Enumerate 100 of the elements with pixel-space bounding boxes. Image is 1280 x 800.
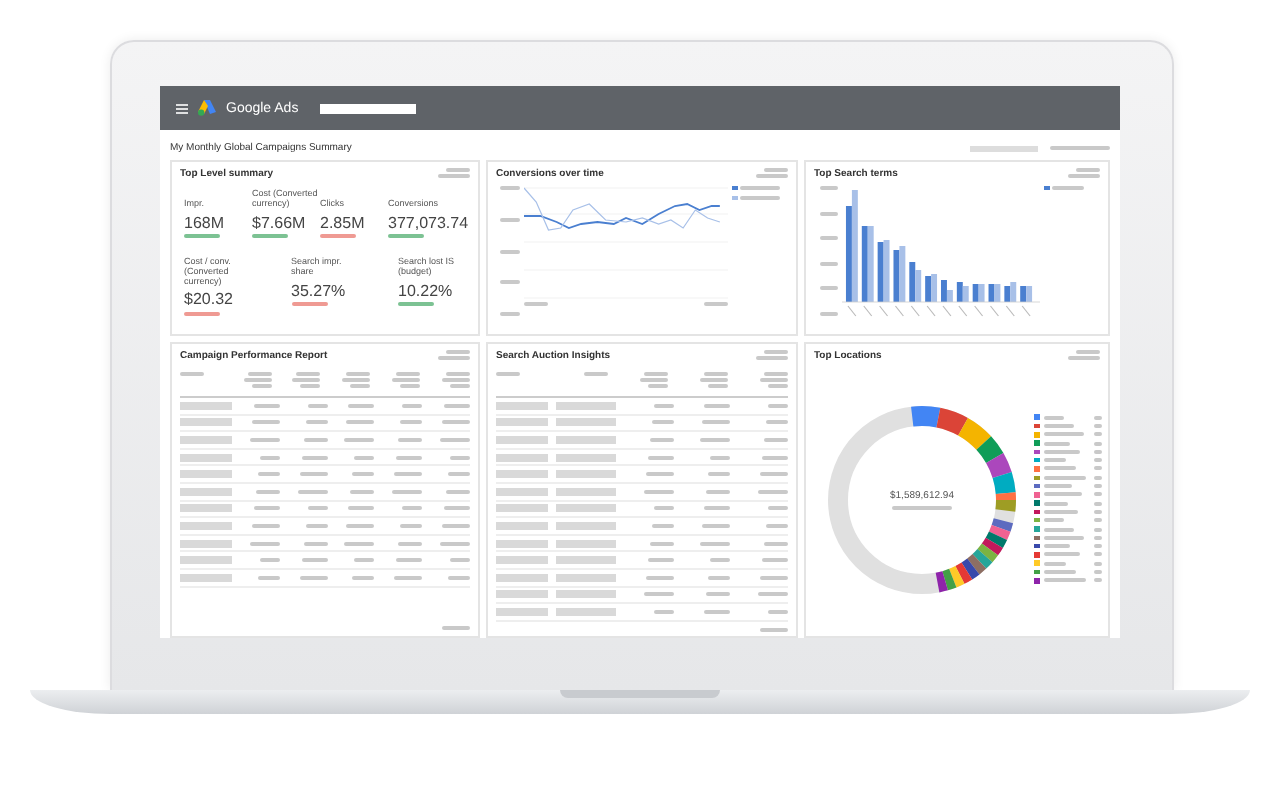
blurred-text xyxy=(301,558,328,563)
blurred-text xyxy=(1043,561,1065,566)
blurred-text xyxy=(706,592,731,597)
blurred-text xyxy=(249,541,280,546)
blurred-text xyxy=(758,489,789,494)
metric-value: $20.32 xyxy=(184,290,235,309)
blurred-text xyxy=(439,541,470,546)
redacted-bar xyxy=(556,556,616,565)
redacted-bar xyxy=(556,487,616,496)
blurred-text xyxy=(500,217,520,222)
redacted-bar xyxy=(496,504,548,513)
redacted-bar xyxy=(496,607,548,616)
blurred-text xyxy=(303,541,328,546)
blurred-text xyxy=(394,575,423,580)
redacted-bar xyxy=(180,539,232,548)
blurred-text xyxy=(766,420,789,425)
blurred-text xyxy=(651,420,674,425)
blurred-text xyxy=(402,506,423,511)
redacted-bar xyxy=(556,607,616,616)
blurred-text xyxy=(1043,552,1079,557)
blurred-text xyxy=(398,541,423,546)
blurred-text xyxy=(259,455,280,460)
blurred-text xyxy=(1043,484,1071,489)
blurred-text xyxy=(350,489,375,494)
menu-icon[interactable] xyxy=(176,103,188,113)
blurred-text xyxy=(400,523,423,528)
blurred-text xyxy=(344,541,375,546)
blurred-text xyxy=(1043,509,1077,514)
blurred-text xyxy=(447,575,470,580)
blurred-text xyxy=(762,558,789,563)
blurred-text xyxy=(259,558,280,563)
blurred-text xyxy=(346,523,375,528)
blurred-text xyxy=(445,489,470,494)
redacted-bar xyxy=(496,435,548,444)
blurred-text xyxy=(305,523,328,528)
blurred-text xyxy=(443,403,470,408)
blurred-text xyxy=(1043,527,1073,532)
blurred-text xyxy=(307,506,328,511)
blurred-text xyxy=(352,472,375,477)
redacted-bar xyxy=(556,470,616,479)
blurred-text xyxy=(251,420,280,425)
redacted-bar xyxy=(556,521,616,530)
redacted-bar xyxy=(556,590,616,599)
blurred-text xyxy=(449,455,470,460)
redacted-bar xyxy=(556,453,616,462)
blurred-text xyxy=(700,541,731,546)
blurred-text xyxy=(758,592,789,597)
blurred-text xyxy=(760,627,788,632)
redacted-bar xyxy=(496,418,548,427)
blurred-text xyxy=(1043,518,1063,523)
blurred-text xyxy=(702,420,731,425)
blurred-text xyxy=(1043,501,1067,506)
blurred-text xyxy=(820,211,838,216)
blurred-text xyxy=(706,489,731,494)
redacted-bar xyxy=(556,573,616,582)
blurred-text xyxy=(764,541,789,546)
blurred-text xyxy=(645,575,674,580)
blurred-text xyxy=(443,506,470,511)
metric-value: $7.66M xyxy=(252,213,308,231)
blurred-text xyxy=(1043,449,1079,454)
blurred-text xyxy=(702,523,731,528)
blurred-text xyxy=(704,506,731,511)
blurred-text xyxy=(704,403,731,408)
blurred-text xyxy=(394,472,423,477)
blurred-text xyxy=(299,575,328,580)
blurred-text xyxy=(649,541,674,546)
blurred-text xyxy=(820,236,838,241)
blurred-text xyxy=(708,575,731,580)
blurred-text xyxy=(760,472,789,477)
account-selector[interactable] xyxy=(320,103,417,113)
metric-value: 10.22% xyxy=(398,281,455,299)
blurred-text xyxy=(764,437,789,442)
blurred-text xyxy=(710,558,731,563)
blurred-text xyxy=(249,437,280,442)
blurred-text xyxy=(1043,570,1075,575)
redacted-bar xyxy=(180,573,232,582)
blurred-text xyxy=(700,437,731,442)
redacted-bar xyxy=(496,521,548,530)
blurred-text xyxy=(299,472,328,477)
blurred-text xyxy=(346,420,375,425)
blurred-text xyxy=(447,472,470,477)
blurred-text xyxy=(768,506,789,511)
redacted-bar xyxy=(180,556,232,565)
blurred-text xyxy=(1043,415,1063,420)
redacted-bar xyxy=(180,453,232,462)
redacted-bar xyxy=(556,418,616,427)
redacted-bar xyxy=(496,401,548,410)
blurred-text xyxy=(768,609,789,614)
blurred-text xyxy=(651,523,674,528)
redacted-bar xyxy=(496,470,548,479)
blurred-text xyxy=(1043,544,1069,549)
redacted-bar xyxy=(496,556,548,565)
redacted-bar xyxy=(180,521,232,530)
blurred-text xyxy=(301,455,328,460)
blurred-text xyxy=(449,558,470,563)
blurred-text xyxy=(1043,535,1083,540)
blurred-text xyxy=(643,592,674,597)
blurred-text xyxy=(348,403,375,408)
blurred-text xyxy=(441,523,470,528)
blurred-text xyxy=(253,506,280,511)
